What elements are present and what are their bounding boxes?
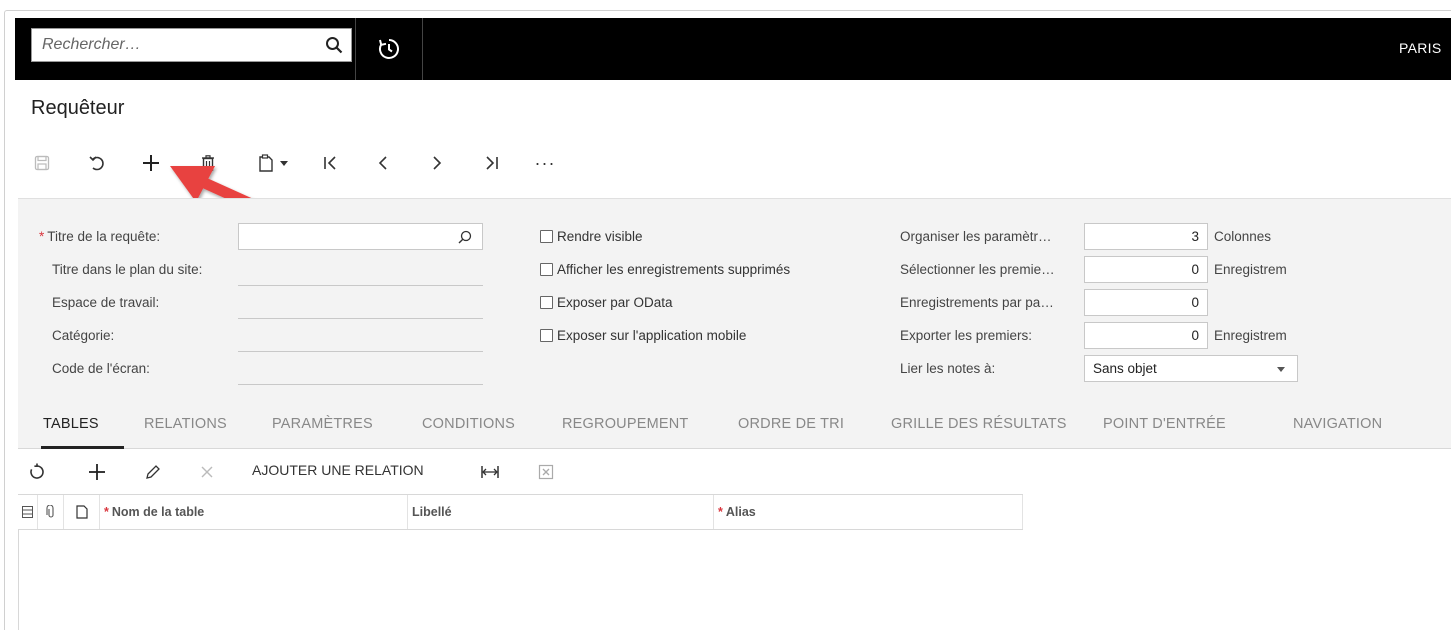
grid-delete-button[interactable] <box>200 458 214 486</box>
column-header-label[interactable]: Libellé <box>408 495 714 529</box>
query-title-label: * Titre de la requête: <box>39 229 161 244</box>
tab-sort-order[interactable]: ORDRE DE TRI <box>738 416 844 432</box>
recent-history-button[interactable] <box>355 18 423 80</box>
attachment-icon[interactable] <box>38 495 64 529</box>
records-per-page-label: Enregistrements par pa… <box>900 295 1054 310</box>
workspace-field[interactable] <box>238 318 483 319</box>
tab-navigation[interactable]: NAVIGATION <box>1293 416 1382 432</box>
chevron-down-icon[interactable] <box>1277 367 1285 372</box>
search-icon[interactable] <box>325 36 343 54</box>
refresh-button[interactable] <box>28 458 46 486</box>
delete-button[interactable] <box>196 148 220 178</box>
plus-icon <box>143 155 159 171</box>
search-box[interactable] <box>31 28 352 62</box>
select-top-suffix: Enregistrem <box>1214 262 1287 277</box>
last-record-button[interactable] <box>478 148 504 178</box>
row-selector-icon[interactable] <box>18 495 38 529</box>
make-visible-checkbox[interactable]: Rendre visible <box>540 229 643 244</box>
export-top-input[interactable]: 0 <box>1084 322 1208 349</box>
tab-entry-point[interactable]: POINT D'ENTRÉE <box>1103 416 1226 432</box>
workspace-label: Espace de travail: <box>52 295 160 310</box>
column-header-table-name[interactable]: * Nom de la table <box>100 495 408 529</box>
last-icon <box>486 156 498 170</box>
add-button[interactable] <box>138 148 164 178</box>
column-header-alias[interactable]: * Alias <box>714 495 1023 529</box>
first-icon <box>324 156 336 170</box>
arrange-params-label: Organiser les paramètr… <box>900 229 1052 244</box>
required-mark: * <box>718 505 723 519</box>
query-title-field[interactable] <box>238 223 483 250</box>
attach-notes-label: Lier les notes à: <box>900 361 996 376</box>
tab-grouping[interactable]: REGROUPEMENT <box>562 416 688 432</box>
undo-button[interactable] <box>84 148 110 178</box>
category-field[interactable] <box>238 351 483 352</box>
previous-record-button[interactable] <box>370 148 396 178</box>
checkbox-box[interactable] <box>540 263 553 276</box>
pencil-icon <box>146 465 160 479</box>
grid-add-button[interactable] <box>88 458 106 486</box>
undo-icon <box>89 156 104 171</box>
next-record-button[interactable] <box>424 148 450 178</box>
sitemap-title-label: Titre dans le plan du site: <box>52 262 203 277</box>
export-excel-button[interactable] <box>538 458 554 486</box>
expose-mobile-checkbox[interactable]: Exposer sur l'application mobile <box>540 328 746 343</box>
screen-code-field[interactable] <box>238 384 483 385</box>
save-icon <box>34 155 50 171</box>
export-top-label: Exporter les premiers: <box>900 328 1033 343</box>
checkbox-box[interactable] <box>540 296 553 309</box>
required-mark: * <box>39 229 45 244</box>
page-title: Requêteur <box>31 97 125 119</box>
attach-notes-select[interactable]: Sans objet <box>1084 355 1298 382</box>
first-record-button[interactable] <box>318 148 344 178</box>
show-deleted-checkbox[interactable]: Afficher les enregistrements supprimés <box>540 262 790 277</box>
plus-icon <box>89 464 105 480</box>
copy-paste-button[interactable] <box>248 148 298 178</box>
lookup-search-icon[interactable] <box>458 230 472 244</box>
clipboard-icon <box>259 154 273 172</box>
trash-icon <box>202 155 214 171</box>
chevron-left-icon <box>378 156 387 170</box>
tab-conditions[interactable]: CONDITIONS <box>422 416 515 432</box>
company-label[interactable]: PARIS <box>1399 40 1441 56</box>
tab-results-grid[interactable]: GRILLE DES RÉSULTATS <box>891 416 1067 432</box>
select-top-input[interactable]: 0 <box>1084 256 1208 283</box>
add-relation-button[interactable]: AJOUTER UNE RELATION <box>252 462 424 478</box>
category-label: Catégorie: <box>52 328 115 343</box>
required-mark: * <box>104 505 109 519</box>
caret-down-icon <box>280 161 288 166</box>
sitemap-title-field[interactable] <box>238 285 483 286</box>
excel-icon <box>538 464 554 480</box>
more-actions-button[interactable]: ··· <box>530 148 560 178</box>
attach-notes-value: Sans objet <box>1093 361 1157 376</box>
expose-odata-checkbox[interactable]: Exposer par OData <box>540 295 673 310</box>
save-button[interactable] <box>30 148 54 178</box>
fit-columns-button[interactable] <box>480 458 500 486</box>
checkbox-box[interactable] <box>540 329 553 342</box>
columns-input[interactable]: 3 <box>1084 223 1208 250</box>
export-top-suffix: Enregistrem <box>1214 328 1287 343</box>
grid-header: * Nom de la table Libellé * Alias <box>18 494 1023 530</box>
tab-bar: TABLES RELATIONS PARAMÈTRES CONDITIONS R… <box>18 405 1451 449</box>
grid-edit-button[interactable] <box>145 458 161 486</box>
refresh-icon <box>30 463 44 479</box>
top-bar: PARIS <box>15 18 1451 80</box>
tab-parameters[interactable]: PARAMÈTRES <box>272 416 373 432</box>
tab-relations[interactable]: RELATIONS <box>144 416 227 432</box>
close-icon <box>201 466 213 478</box>
records-per-page-input[interactable]: 0 <box>1084 289 1208 316</box>
query-form-panel: * Titre de la requête: Titre dans le plan… <box>18 198 1451 405</box>
active-tab-indicator <box>41 446 124 449</box>
columns-suffix: Colonnes <box>1214 229 1272 244</box>
search-input[interactable] <box>32 29 322 61</box>
history-icon <box>379 39 399 59</box>
checkbox-box[interactable] <box>540 230 553 243</box>
screen-code-label: Code de l'écran: <box>52 361 150 376</box>
chevron-right-icon <box>433 156 442 170</box>
select-top-label: Sélectionner les premie… <box>900 262 1055 277</box>
note-icon[interactable] <box>64 495 100 529</box>
tab-tables[interactable]: TABLES <box>43 416 99 432</box>
fit-width-icon <box>481 466 499 478</box>
